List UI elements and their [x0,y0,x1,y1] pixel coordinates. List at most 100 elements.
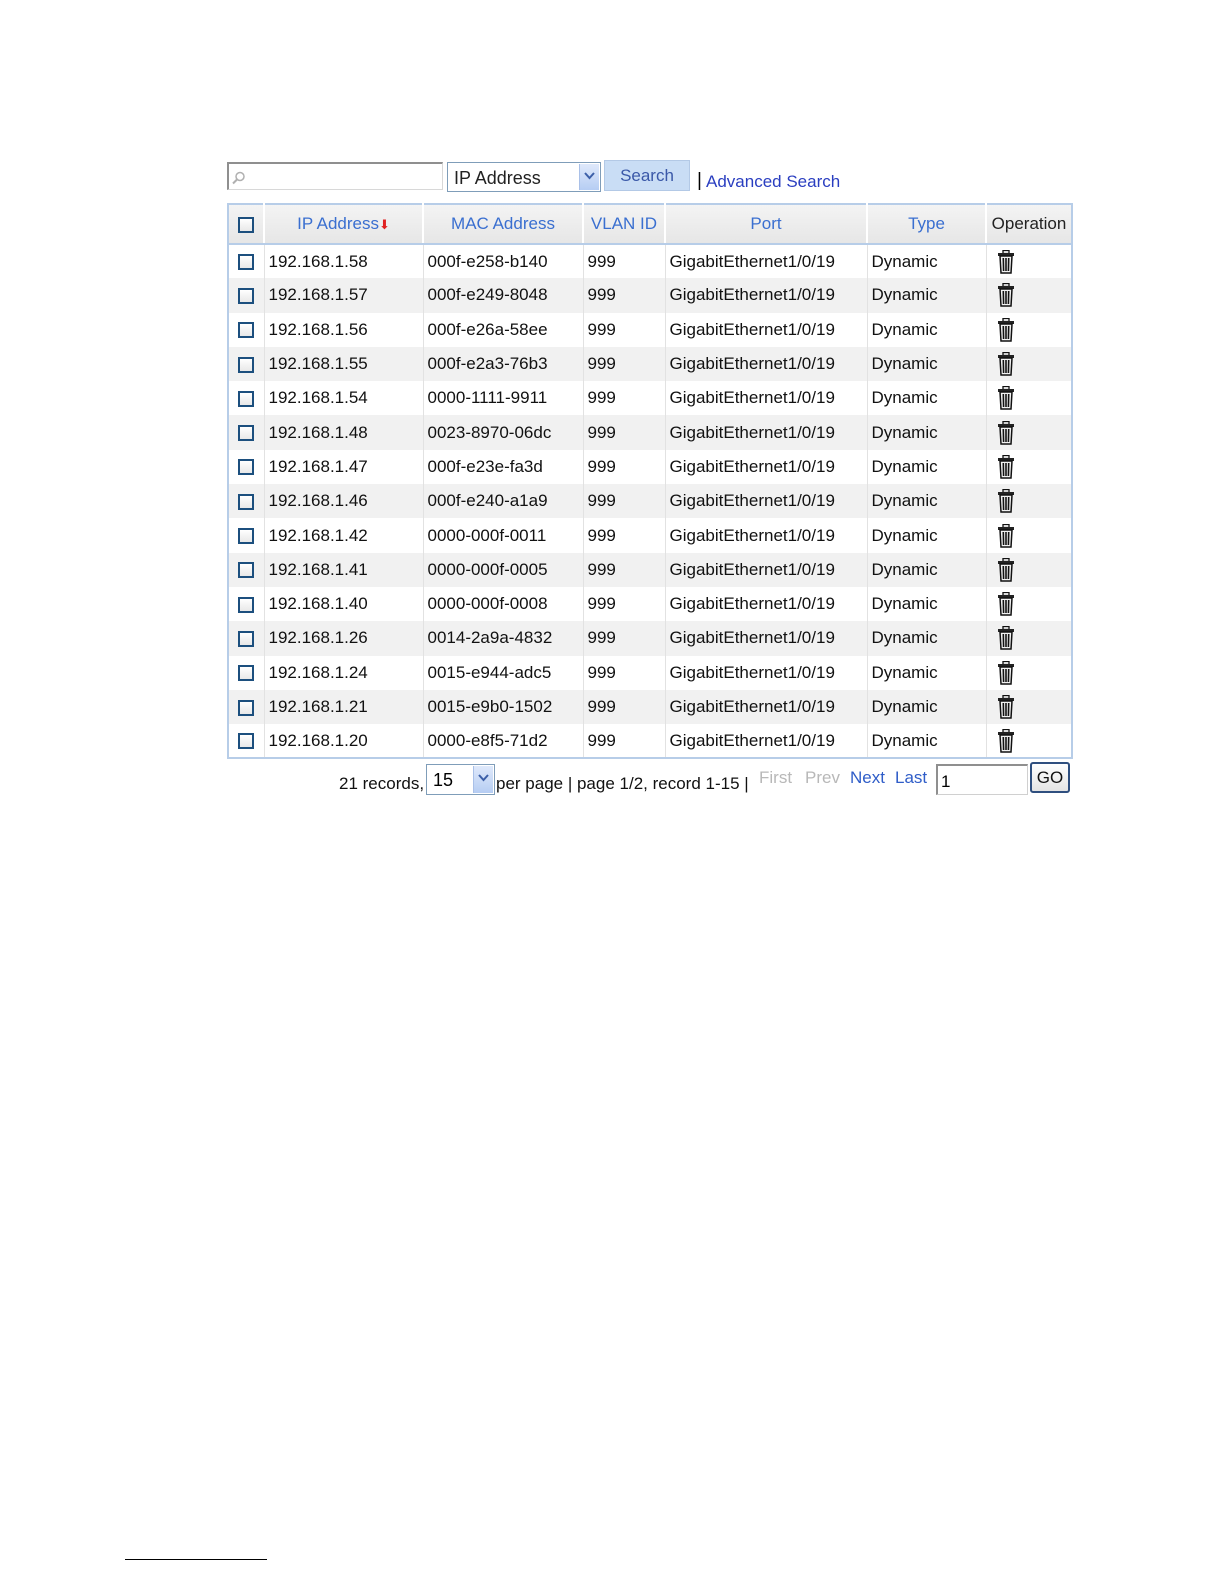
cell-vlan: 999 [583,278,666,313]
row-checkbox[interactable] [238,459,255,476]
cell-mac: 0023-8970-06dc [423,415,584,450]
row-checkbox[interactable] [238,562,255,579]
row-checkbox[interactable] [238,287,255,304]
cell-port: GigabitEthernet1/0/19 [665,518,868,553]
cell-ip: 192.168.1.47 [264,449,424,485]
row-checkbox[interactable] [238,528,255,545]
trash-icon[interactable] [997,283,1015,308]
cell-vlan: 999 [583,552,666,587]
cell-vlan: 999 [583,518,666,553]
cell-port: GigabitEthernet1/0/19 [665,312,868,347]
search-field-select[interactable]: IP Address [447,162,601,192]
trash-icon[interactable] [997,386,1015,411]
cell-port: GigabitEthernet1/0/19 [665,724,868,759]
cell-operation [986,313,1072,347]
trash-icon[interactable] [997,728,1015,753]
row-select-cell [228,449,265,485]
cell-mac: 0000-000f-0005 [423,552,584,587]
row-checkbox[interactable] [238,356,255,373]
row-checkbox[interactable] [238,596,255,613]
table-row: 192.168.1.24 0015-e944-adc5 999 GigabitEthe… [228,655,1072,690]
column-header-mac[interactable]: MAC Address [423,204,584,245]
cell-vlan: 999 [583,346,666,382]
row-checkbox[interactable] [238,733,255,750]
select-all-checkbox[interactable] [238,216,254,233]
row-select-cell [228,689,265,725]
trash-icon[interactable] [997,317,1015,342]
cell-type: Dynamic [867,621,987,656]
trash-icon[interactable] [997,420,1015,445]
trash-icon[interactable] [997,523,1015,548]
first-page-link: First [759,768,793,787]
cell-port: GigabitEthernet1/0/19 [665,346,868,382]
search-button[interactable]: Search [604,160,690,191]
cell-mac: 0000-e8f5-71d2 [423,724,584,759]
table-header-row: IP Address⬇ MAC Address VLAN ID Port Typ… [228,204,1072,245]
row-select-cell [228,586,265,622]
cell-type: Dynamic [867,586,987,622]
trash-icon[interactable] [997,489,1015,513]
per-page-dropdown-button[interactable] [473,766,493,793]
search-input[interactable] [249,166,443,188]
trash-icon[interactable] [997,626,1015,651]
cell-port: GigabitEthernet1/0/19 [665,621,868,656]
trash-icon[interactable] [997,695,1015,719]
select-all-header [228,204,265,245]
last-page-link[interactable]: Last [895,768,927,788]
per-page-select[interactable]: 15 [426,764,495,795]
cell-type: Dynamic [867,518,987,553]
trash-icon[interactable] [997,660,1015,685]
cell-operation [986,244,1072,278]
row-select-cell [228,312,265,347]
cell-type: Dynamic [867,346,987,382]
cell-mac: 0015-e9b0-1502 [423,689,584,725]
trash-icon[interactable] [997,249,1015,274]
cell-mac: 000f-e258-b140 [423,244,584,279]
trash-icon[interactable] [997,352,1015,376]
column-header-ip[interactable]: IP Address⬇ [264,204,424,245]
column-header-type[interactable]: Type [867,204,987,245]
row-checkbox[interactable] [238,699,255,716]
table-row: 192.168.1.47 000f-e23e-fa3d 999 GigabitEthe… [228,449,1072,485]
row-checkbox[interactable] [238,665,255,682]
next-page-link[interactable]: Next [850,768,885,788]
prev-page-link: Prev [805,768,840,787]
go-button[interactable]: GO [1030,762,1070,793]
table-row: 192.168.1.40 0000-000f-0008 999 GigabitEthe… [228,586,1072,622]
row-checkbox[interactable] [238,390,255,407]
row-checkbox[interactable] [238,425,255,442]
cell-ip: 192.168.1.41 [264,552,424,587]
column-header-vlan[interactable]: VLAN ID [583,204,666,245]
row-checkbox[interactable] [238,493,255,510]
cell-ip: 192.168.1.42 [264,518,424,553]
column-header-port[interactable]: Port [665,204,868,245]
row-checkbox[interactable] [238,322,255,339]
cell-operation [986,450,1072,484]
cell-operation [986,724,1072,758]
cell-port: GigabitEthernet1/0/19 [665,244,868,279]
cell-vlan: 999 [583,415,666,450]
advanced-search-link[interactable]: Advanced Search [706,172,840,192]
table-row: 192.168.1.58 000f-e258-b140 999 GigabitEthe… [228,244,1072,279]
trash-icon[interactable] [997,592,1015,616]
table-body: 192.168.1.58 000f-e258-b140 999 GigabitEthe… [228,244,1072,759]
page-info: per page | page 1/2, record 1-15 | [496,774,749,793]
trash-icon[interactable] [997,454,1015,479]
cell-operation [986,621,1072,655]
cell-mac: 000f-e240-a1a9 [423,484,584,519]
cell-ip: 192.168.1.40 [264,586,424,622]
row-checkbox[interactable] [238,254,255,271]
cell-ip: 192.168.1.21 [264,689,424,725]
cell-type: Dynamic [867,484,987,519]
row-checkbox[interactable] [238,630,255,647]
cell-ip: 192.168.1.24 [264,655,424,690]
search-input-box[interactable] [227,162,443,190]
search-field-dropdown-button[interactable] [579,164,599,190]
trash-icon[interactable] [997,557,1015,582]
page-number-input[interactable] [936,764,1028,795]
cell-ip: 192.168.1.56 [264,312,424,347]
pagination-bar: 21 records, 15 per page | page 1/2, reco… [227,762,1071,796]
row-select-cell [228,552,265,587]
chevron-down-icon [478,774,489,782]
table-row: 192.168.1.54 0000-1111-9911 999 GigabitEthe… [228,381,1072,416]
